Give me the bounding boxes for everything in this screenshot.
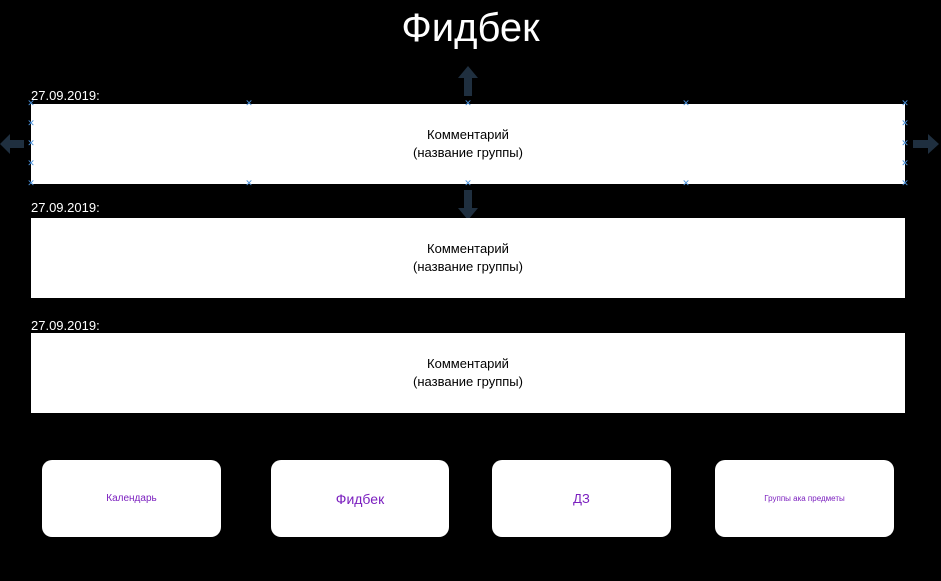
feedback-comment: Комментарий — [427, 241, 509, 256]
resize-handle-top[interactable]: ✕ — [245, 100, 253, 109]
resize-handle-bottom[interactable]: ✕ — [245, 180, 253, 189]
resize-handle-top-left[interactable]: ✕ — [27, 100, 35, 109]
resize-handle-top-right[interactable]: ✕ — [901, 100, 909, 109]
arrow-left-icon[interactable] — [0, 134, 24, 154]
feedback-group-name: (название группы) — [413, 145, 523, 160]
nav-calendar-label: Календарь — [106, 493, 157, 504]
entry-date: 27.09.2019: — [31, 318, 100, 333]
arrow-right-icon[interactable] — [913, 134, 939, 154]
entry-date: 27.09.2019: — [31, 200, 100, 215]
feedback-group-name: (название группы) — [413, 374, 523, 389]
arrow-up-icon[interactable] — [458, 66, 478, 96]
resize-handle-left[interactable]: ✕ — [27, 120, 35, 129]
resize-handle-bottom[interactable]: ✕ — [682, 180, 690, 189]
feedback-card[interactable]: Комментарий (название группы) — [31, 333, 905, 413]
page-title: Фидбек — [401, 6, 540, 50]
feedback-card[interactable]: Комментарий (название группы) — [31, 104, 905, 184]
entry-date: 27.09.2019: — [31, 88, 100, 103]
resize-handle-right-middle[interactable]: ✕ — [901, 140, 909, 149]
nav-groups-button[interactable]: Группы ака предметы — [715, 460, 894, 537]
resize-handle-right[interactable]: ✕ — [901, 160, 909, 169]
resize-handle-bottom-left[interactable]: ✕ — [27, 180, 35, 189]
resize-handle-left[interactable]: ✕ — [27, 160, 35, 169]
resize-handle-right[interactable]: ✕ — [901, 120, 909, 129]
feedback-card[interactable]: Комментарий (название группы) — [31, 218, 905, 298]
nav-homework-label: ДЗ — [573, 491, 590, 506]
feedback-comment: Комментарий — [427, 356, 509, 371]
nav-groups-label: Группы ака предметы — [764, 494, 845, 503]
resize-handle-top[interactable]: ✕ — [682, 100, 690, 109]
resize-handle-bottom-right[interactable]: ✕ — [901, 180, 909, 189]
nav-feedback-label: Фидбек — [335, 490, 385, 507]
nav-feedback-button[interactable]: Фидбек — [271, 460, 449, 537]
nav-homework-button[interactable]: ДЗ — [492, 460, 671, 537]
feedback-comment: Комментарий — [427, 127, 509, 142]
resize-handle-left-middle[interactable]: ✕ — [27, 140, 35, 149]
nav-calendar-button[interactable]: Календарь — [42, 460, 221, 537]
resize-handle-bottom-center[interactable]: ✕ — [464, 180, 472, 189]
arrow-down-icon[interactable] — [458, 190, 478, 220]
feedback-group-name: (название группы) — [413, 259, 523, 274]
feedback-screen: Фидбек 27.09.2019: Комментарий (название… — [0, 0, 941, 581]
resize-handle-top-center[interactable]: ✕ — [464, 100, 472, 109]
